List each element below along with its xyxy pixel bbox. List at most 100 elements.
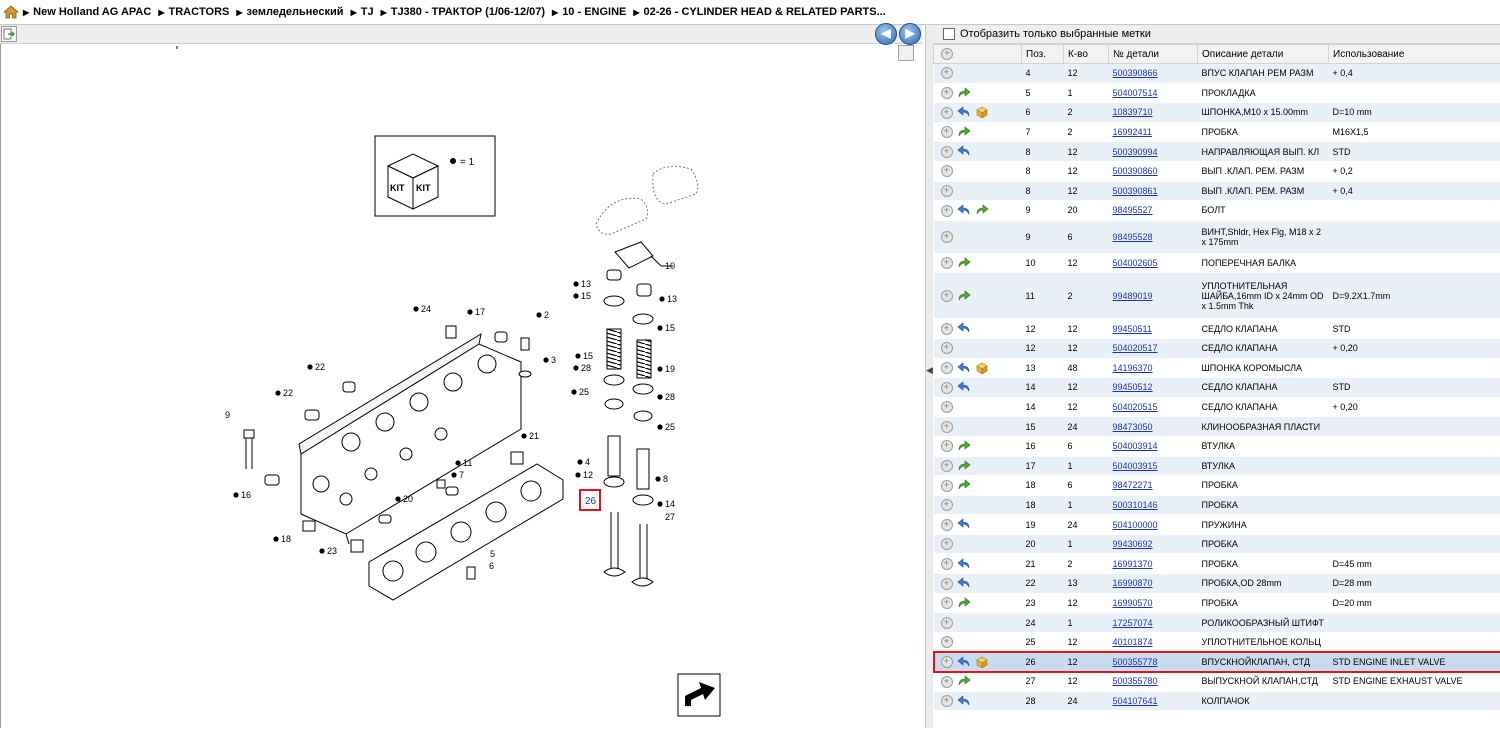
table-row[interactable]: +20199430692ПРОБКА (934, 534, 1500, 554)
expand-row-icon[interactable]: + (941, 460, 953, 472)
box-icon[interactable] (971, 107, 989, 117)
table-row[interactable]: +251240101874УПЛОТНИТЕЛЬНОЕ КОЛЬЦ (934, 632, 1500, 652)
next-page-icon[interactable] (678, 674, 720, 716)
expand-row-icon[interactable]: + (941, 67, 953, 79)
green-arrow-icon[interactable] (971, 205, 989, 215)
table-row[interactable]: +121299450511СЕДЛО КЛАПАНАSTD (934, 319, 1500, 339)
callout-label[interactable]: 15 (581, 291, 591, 301)
breadcrumb-item[interactable]: ▶10 - ENGINE (552, 6, 626, 18)
part-number-link[interactable]: 500355778 (1113, 657, 1158, 667)
header-usage[interactable]: Использование (1329, 45, 1500, 64)
expand-all-header[interactable]: + (934, 45, 1022, 64)
blue-arrow-icon[interactable] (953, 382, 971, 392)
expand-row-icon[interactable]: + (941, 695, 953, 707)
table-row[interactable]: +2824504107641КОЛПАЧОК (934, 691, 1500, 711)
part-number-link[interactable]: 99450511 (1113, 324, 1152, 334)
table-row[interactable]: +152498473050КЛИНООБРАЗНАЯ ПЛАСТИ (934, 417, 1500, 437)
blue-arrow-icon[interactable] (953, 323, 971, 333)
callout-label[interactable]: 20 (403, 494, 413, 504)
table-row[interactable]: +134814196370ШПОНКА КОРОМЫСЛА (934, 358, 1500, 378)
callout-label[interactable]: 19 (665, 364, 675, 374)
blue-arrow-icon[interactable] (953, 362, 971, 372)
part-number-link[interactable]: 504003915 (1113, 461, 1158, 471)
box-icon[interactable] (971, 362, 989, 372)
header-qty[interactable]: К-во (1064, 45, 1109, 64)
expand-row-icon[interactable]: + (941, 676, 953, 688)
part-number-link[interactable]: 17257074 (1113, 618, 1153, 628)
callout-label[interactable]: 10 (665, 261, 675, 271)
blue-arrow-icon[interactable] (953, 107, 971, 117)
table-row-selected[interactable]: +2612500355778ВПУСКНОЙКЛАПАН, СТДSTD ENG… (934, 652, 1500, 672)
expand-row-icon[interactable]: + (941, 578, 953, 590)
blue-arrow-icon[interactable] (953, 578, 971, 588)
callout-label[interactable]: 13 (667, 294, 677, 304)
expand-row-icon[interactable]: + (941, 558, 953, 570)
blue-arrow-icon[interactable] (953, 146, 971, 156)
forward-button[interactable]: ▶ (899, 23, 921, 45)
expand-row-icon[interactable]: + (941, 107, 953, 119)
expand-row-icon[interactable]: + (941, 636, 953, 648)
blue-arrow-icon[interactable] (953, 205, 971, 215)
part-number-link[interactable]: 16990870 (1113, 578, 1153, 588)
expand-row-icon[interactable]: + (941, 617, 953, 629)
header-pos[interactable]: Поз. (1022, 45, 1064, 64)
table-row[interactable]: +141299450512СЕДЛО КЛАПАНАSTD (934, 378, 1500, 398)
callout-label[interactable]: 3 (551, 355, 556, 365)
table-row[interactable]: +2712500355780ВЫПУСКНОЙ КЛАПАН,СТДSTD EN… (934, 672, 1500, 692)
callout-label[interactable]: 9 (225, 410, 230, 420)
breadcrumb-item[interactable]: ▶TRACTORS (158, 6, 229, 18)
callout-label[interactable]: 8 (663, 474, 668, 484)
fullscreen-toggle[interactable] (898, 45, 914, 61)
part-number-link[interactable]: 98473050 (1113, 422, 1153, 432)
diagram-viewport[interactable]: KIT KIT = 1 (0, 44, 921, 728)
part-number-link[interactable]: 98472271 (1113, 480, 1153, 490)
expand-row-icon[interactable]: + (941, 231, 953, 243)
table-row[interactable]: +51504007514ПРОКЛАДКА (934, 83, 1500, 103)
table-row[interactable]: +7216992411ПРОБКАM16X1,5 (934, 122, 1500, 142)
callout-label[interactable]: 25 (665, 422, 675, 432)
callout-label[interactable]: 28 (581, 363, 591, 373)
expand-row-icon[interactable]: + (941, 87, 953, 99)
table-row[interactable]: +24117257074РОЛИКООБРАЗНЫЙ ШТИФТ (934, 613, 1500, 633)
part-number-link[interactable]: 99450512 (1113, 382, 1153, 392)
blue-arrow-icon[interactable] (953, 519, 971, 529)
collapse-left-icon[interactable]: ◀ (926, 365, 933, 376)
part-number-link[interactable]: 500390861 (1113, 186, 1158, 196)
callout-label[interactable]: 22 (283, 388, 293, 398)
table-row[interactable]: +6210839710ШПОНКА,M10 x 15.00mmD=10 mm (934, 103, 1500, 123)
table-row[interactable]: +11299489019УПЛОТНИТЕЛЬНАЯ ШАЙБА,16mm ID… (934, 273, 1500, 319)
part-number-link[interactable]: 99430692 (1113, 539, 1153, 549)
expand-row-icon[interactable]: + (941, 146, 953, 158)
callout-label[interactable]: 23 (327, 546, 337, 556)
expand-row-icon[interactable]: + (941, 290, 953, 302)
callout-label[interactable]: 14 (665, 499, 675, 509)
blue-arrow-icon[interactable] (953, 656, 971, 666)
table-row[interactable]: +171504003915ВТУЛКА (934, 456, 1500, 476)
part-number-link[interactable]: 504007514 (1113, 88, 1158, 98)
part-number-link[interactable]: 500310146 (1113, 500, 1158, 510)
breadcrumb-item[interactable]: ▶земледельнеский (236, 6, 343, 18)
callout-label[interactable]: 24 (421, 304, 431, 314)
breadcrumb-item[interactable]: ▶New Holland AG APAC (23, 6, 151, 18)
callout-label[interactable]: 11 (463, 458, 472, 468)
header-description[interactable]: Описание детали (1198, 45, 1329, 64)
green-arrow-icon[interactable] (953, 290, 971, 300)
expand-row-icon[interactable]: + (941, 499, 953, 511)
table-row[interactable]: +18698472271ПРОБКА (934, 476, 1500, 496)
part-number-link[interactable]: 500355780 (1113, 676, 1158, 686)
breadcrumb-item[interactable]: ▶TJ380 - ТРАКТОР (1/06-12/07) (381, 6, 545, 18)
table-row[interactable]: +1924504100000ПРУЖИНА (934, 515, 1500, 535)
callout-label[interactable]: 4 (585, 457, 590, 467)
callout-26[interactable]: 26 (585, 496, 597, 507)
part-number-link[interactable]: 40101874 (1113, 637, 1153, 647)
table-row[interactable]: +221316990870ПРОБКА,OD 28mmD=28 mm (934, 574, 1500, 594)
part-number-link[interactable]: 504100000 (1113, 520, 1158, 530)
green-arrow-icon[interactable] (953, 87, 971, 97)
callout-label[interactable]: 5 (490, 549, 495, 559)
expand-row-icon[interactable]: + (941, 257, 953, 269)
part-number-link[interactable]: 98495528 (1113, 232, 1153, 242)
green-arrow-icon[interactable] (953, 597, 971, 607)
expand-row-icon[interactable]: + (941, 362, 953, 374)
part-number-link[interactable]: 504020515 (1113, 402, 1158, 412)
table-row[interactable]: +412500390866ВПУС КЛАПАН РЕМ РАЗМ+ 0,4 (934, 64, 1500, 84)
